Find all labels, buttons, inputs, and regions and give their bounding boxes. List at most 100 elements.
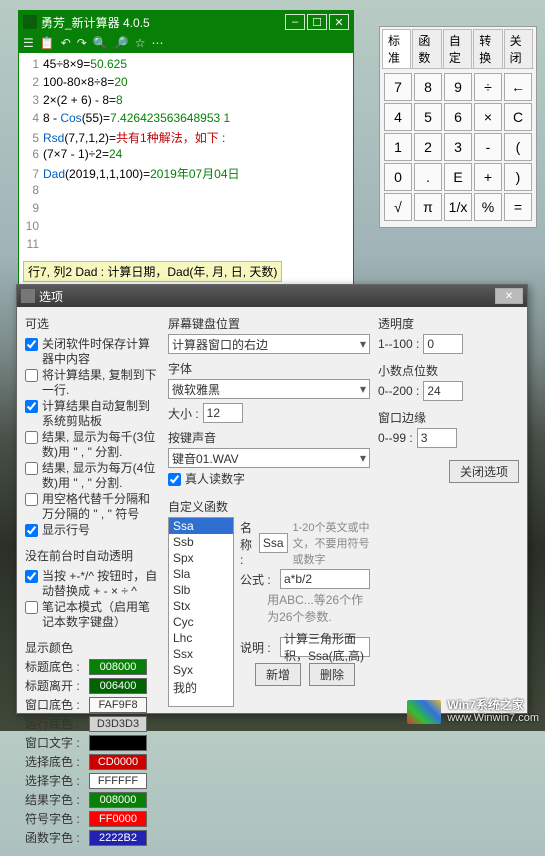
keypad-key[interactable]: 4 — [384, 103, 412, 131]
close-options-button[interactable]: 关闭选项 — [449, 460, 519, 483]
keypad-key[interactable]: 8 — [414, 73, 442, 101]
function-listbox[interactable]: SsaSsbSpxSlaSlbStxCycLhcSsxSyx我的 — [168, 517, 234, 707]
option-checkbox[interactable]: 将计算结果, 复制到下一行. — [25, 368, 160, 398]
keypad-key[interactable]: × — [474, 103, 502, 131]
options-titlebar[interactable]: 选项 ✕ — [17, 285, 527, 307]
option-checkbox[interactable]: 显示行号 — [25, 523, 160, 538]
color-chip[interactable]: 008000 — [89, 659, 147, 675]
calc-line[interactable]: 32×(2 + 6) - 8=8 — [21, 93, 351, 111]
menu-icon[interactable]: ☰ — [23, 36, 34, 50]
keypad-tab[interactable]: 函数 — [412, 29, 441, 68]
keypad-key[interactable]: C — [504, 103, 532, 131]
list-item[interactable]: Syx — [169, 662, 233, 678]
list-item[interactable]: Ssx — [169, 646, 233, 662]
list-item[interactable]: Spx — [169, 550, 233, 566]
keypad-key[interactable]: - — [474, 133, 502, 161]
color-chip[interactable]: FAF9F8 — [89, 697, 147, 713]
close-button[interactable]: ✕ — [329, 14, 349, 30]
color-chip[interactable]: 2222B2 — [89, 830, 147, 846]
calc-line[interactable]: 8 — [21, 183, 351, 201]
keyboard-pos-dropdown[interactable]: 计算器窗口的右边 — [168, 334, 370, 354]
keypad-key[interactable]: E — [444, 163, 472, 191]
voice-checkbox[interactable]: 真人读数字 — [168, 472, 370, 487]
redo-icon[interactable]: ↷ — [77, 36, 87, 50]
pad-input[interactable]: 3 — [417, 428, 457, 448]
keypad-tab[interactable]: 转换 — [473, 29, 502, 68]
dec-input[interactable]: 24 — [423, 381, 463, 401]
calc-line[interactable]: 11 — [21, 237, 351, 255]
font-dropdown[interactable]: 微软雅黑 — [168, 379, 370, 399]
option-checkbox[interactable]: 关闭软件时保存计算器中内容 — [25, 337, 160, 367]
func-name-input[interactable]: Ssa — [259, 533, 289, 553]
keypad-key[interactable]: 6 — [444, 103, 472, 131]
keypad-key[interactable]: 1/x — [444, 193, 472, 221]
keypad-key[interactable]: = — [504, 193, 532, 221]
list-item[interactable]: Lhc — [169, 630, 233, 646]
color-chip[interactable]: D3D3D3 — [89, 716, 147, 732]
color-chip[interactable]: CD0000 — [89, 754, 147, 770]
calc-editor[interactable]: 145÷8×9=50.6252100-80×8÷8=2032×(2 + 6) -… — [19, 53, 353, 259]
keypad-key[interactable]: π — [414, 193, 442, 221]
sound-dropdown[interactable]: 键音01.WAV — [168, 448, 370, 468]
keypad-key[interactable]: 5 — [414, 103, 442, 131]
keypad-key[interactable]: 3 — [444, 133, 472, 161]
keypad-key[interactable]: ( — [504, 133, 532, 161]
list-item[interactable]: Stx — [169, 598, 233, 614]
option-checkbox[interactable]: 用空格代替千分隔和万分隔的 " , " 符号 — [25, 492, 160, 522]
func-formula-input[interactable]: a*b/2 — [280, 569, 370, 589]
calc-line[interactable]: 9 — [21, 201, 351, 219]
func-new-button[interactable]: 新增 — [255, 663, 301, 686]
list-item[interactable]: Ssb — [169, 534, 233, 550]
keypad-tab[interactable]: 关闭 — [504, 29, 533, 68]
zoom-in-icon[interactable]: 🔎 — [114, 36, 129, 50]
keypad-key[interactable]: . — [414, 163, 442, 191]
minimize-button[interactable]: – — [285, 14, 305, 30]
calc-line[interactable]: 6(7×7 - 1)÷2=24 — [21, 147, 351, 165]
keypad-key[interactable]: 0 — [384, 163, 412, 191]
func-delete-button[interactable]: 删除 — [309, 663, 355, 686]
option-checkbox[interactable]: 结果, 显示为每千(3位数)用 " , " 分割. — [25, 430, 160, 460]
keypad-key[interactable]: % — [474, 193, 502, 221]
calc-line[interactable]: 7Dad(2019,1,1,100)=2019年07月04日 — [21, 165, 351, 183]
trans-input[interactable]: 0 — [423, 334, 463, 354]
calc-line[interactable]: 2100-80×8÷8=20 — [21, 75, 351, 93]
keypad-key[interactable]: 2 — [414, 133, 442, 161]
option-checkbox[interactable]: 笔记本模式（启用笔记本数字键盘） — [25, 600, 160, 630]
zoom-out-icon[interactable]: 🔍 — [93, 36, 108, 50]
color-chip[interactable]: 008000 — [89, 792, 147, 808]
color-chip[interactable] — [89, 735, 147, 751]
keypad-key[interactable]: ) — [504, 163, 532, 191]
list-item[interactable]: Cyc — [169, 614, 233, 630]
color-chip[interactable]: FFFFFF — [89, 773, 147, 789]
calc-line[interactable]: 145÷8×9=50.625 — [21, 57, 351, 75]
option-checkbox[interactable]: 计算结果自动复制到系统剪贴板 — [25, 399, 160, 429]
keypad-key[interactable]: 1 — [384, 133, 412, 161]
calc-titlebar[interactable]: 勇芳_新计算器 4.0.5 – ☐ ✕ — [19, 11, 353, 33]
keypad-key[interactable]: 9 — [444, 73, 472, 101]
list-item[interactable]: Sla — [169, 566, 233, 582]
keypad-key[interactable]: 7 — [384, 73, 412, 101]
list-item[interactable]: Ssa — [169, 518, 233, 534]
paste-icon[interactable]: 📋 — [40, 36, 55, 50]
undo-icon[interactable]: ↶ — [61, 36, 71, 50]
options-close-button[interactable]: ✕ — [495, 288, 523, 304]
maximize-button[interactable]: ☐ — [307, 14, 327, 30]
func-desc-input[interactable]: 计算三角形面积，Ssa(底,高) — [280, 637, 370, 657]
keypad-tab[interactable]: 自定 — [443, 29, 472, 68]
color-chip[interactable]: FF0000 — [89, 811, 147, 827]
option-checkbox[interactable]: 当按 +-*/^ 按钮时，自动替换成 + - × ÷ ^ — [25, 569, 160, 599]
list-item[interactable]: Slb — [169, 582, 233, 598]
font-size-input[interactable]: 12 — [203, 403, 243, 423]
keypad-key[interactable]: √ — [384, 193, 412, 221]
more-icon[interactable]: ⋯ — [152, 36, 164, 50]
color-chip[interactable]: 006400 — [89, 678, 147, 694]
calc-line[interactable]: 10 — [21, 219, 351, 237]
keypad-key[interactable]: + — [474, 163, 502, 191]
calc-line[interactable]: 5Rsd(7,7,1,2)=共有1种解法，如下 : — [21, 129, 351, 147]
option-checkbox[interactable]: 结果, 显示为每万(4位数)用 " , " 分割. — [25, 461, 160, 491]
calc-line[interactable]: 48 - Cos(55)=7.426423563648953 1 — [21, 111, 351, 129]
keypad-key[interactable]: ← — [504, 73, 532, 101]
keypad-tab[interactable]: 标准 — [382, 29, 411, 68]
keypad-key[interactable]: ÷ — [474, 73, 502, 101]
star-icon[interactable]: ☆ — [135, 36, 146, 50]
